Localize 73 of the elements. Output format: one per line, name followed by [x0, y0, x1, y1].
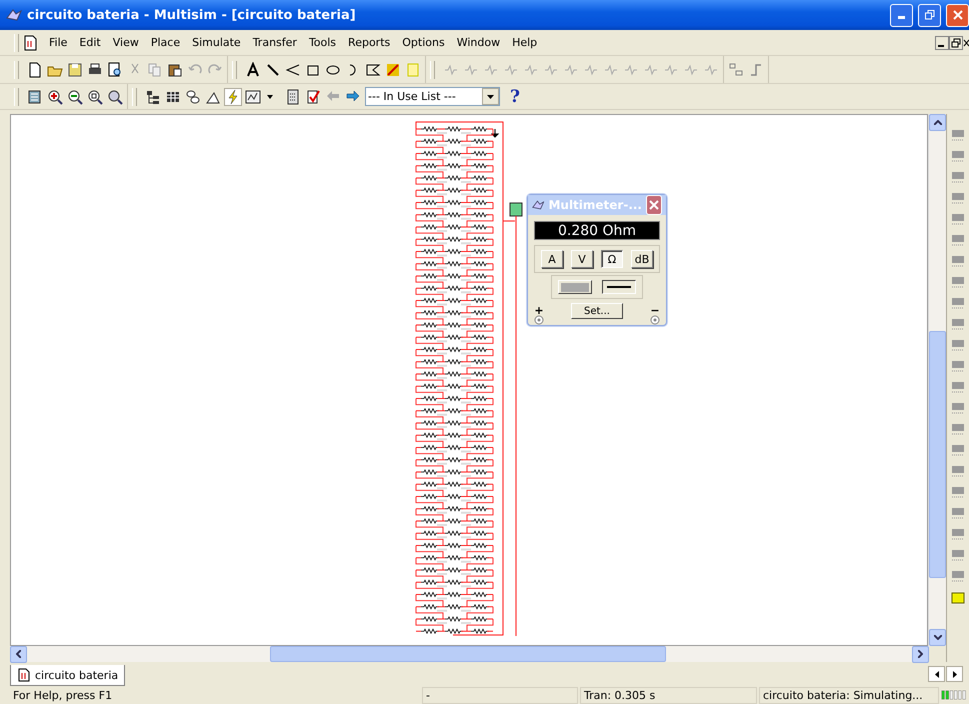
menu-item[interactable]: Transfer — [246, 36, 303, 49]
status-text: For Help, press F1 — [12, 688, 114, 702]
set-button[interactable]: Set... — [571, 303, 623, 319]
polygon-icon[interactable] — [365, 62, 381, 78]
multimeter-title: Multimeter-... — [548, 198, 642, 212]
menu-item[interactable]: Simulate — [186, 36, 247, 49]
close-button[interactable] — [946, 4, 969, 26]
document-icon — [17, 668, 31, 682]
status-text: Tran: 0.305 s — [580, 686, 757, 704]
menu-item[interactable]: Window — [450, 36, 506, 49]
menu-item[interactable]: Tools — [302, 36, 342, 49]
mode-button[interactable]: Ω — [601, 250, 623, 268]
menu-item[interactable]: Help — [506, 36, 544, 49]
menu-item[interactable]: File — [43, 36, 74, 49]
zoom-out-icon[interactable] — [67, 88, 83, 104]
app-logo-icon[interactable] — [532, 198, 544, 212]
menu-item[interactable]: Reports — [342, 36, 396, 49]
line-icon[interactable] — [265, 62, 281, 78]
window-title: circuito bateria - Multisim - [circuito bateria] — [27, 8, 357, 22]
caret-icon — [487, 94, 494, 98]
right-triangle-icon — [952, 670, 956, 678]
document-tab[interactable]: circuito bateria — [10, 665, 126, 686]
status-text: circuito bateria: Simulating... — [759, 686, 939, 704]
new-file-icon[interactable] — [27, 62, 43, 78]
calculator-icon[interactable] — [285, 88, 301, 104]
status-text: - — [422, 686, 578, 704]
plus-label: + — [534, 306, 544, 315]
help-button[interactable]: ? — [510, 86, 520, 106]
menu-item[interactable]: Edit — [73, 36, 107, 49]
left-triangle-icon — [934, 670, 938, 678]
activity-meter-icon[interactable] — [941, 688, 969, 702]
save-icon[interactable] — [67, 62, 83, 78]
restore-button[interactable] — [918, 4, 941, 26]
minimize-button[interactable] — [890, 4, 913, 26]
simulate-icon[interactable] — [225, 88, 241, 104]
schematic-canvas[interactable]: Multimeter-... 0.280 Ohm A V Ω dB + Set... − — [10, 114, 928, 646]
terminal-icon[interactable] — [650, 315, 660, 325]
next-tab-button[interactable] — [946, 666, 963, 682]
multimeter-display: 0.280 Ohm — [534, 221, 660, 240]
minus-label: − — [650, 306, 660, 315]
menu-item[interactable]: Place — [144, 36, 186, 49]
polyline-icon[interactable] — [285, 62, 301, 78]
zoom-in-icon[interactable] — [47, 88, 63, 104]
terminal-icon[interactable] — [534, 315, 544, 325]
paste-icon[interactable] — [167, 62, 183, 78]
menu-item[interactable]: View — [106, 36, 145, 49]
bar-icon — [561, 282, 589, 292]
vertical-scrollbar[interactable] — [928, 114, 946, 646]
document-icon[interactable] — [23, 34, 39, 50]
close-button[interactable] — [646, 195, 662, 216]
mode-button[interactable]: A — [541, 250, 563, 268]
horizontal-scrollbar[interactable] — [10, 646, 929, 662]
mode-button[interactable]: dB — [631, 250, 653, 268]
app-logo-icon[interactable] — [6, 8, 22, 22]
ac-button[interactable] — [558, 280, 592, 294]
check-icon[interactable] — [305, 88, 321, 104]
print-preview-icon[interactable] — [107, 62, 123, 78]
close-icon — [952, 10, 962, 20]
text-tool-icon[interactable] — [245, 62, 261, 78]
grapher-icon[interactable] — [245, 88, 261, 104]
zoom-full-icon[interactable] — [107, 88, 123, 104]
mode-button[interactable]: V — [571, 250, 593, 268]
in-use-list-dropdown[interactable]: --- In Use List --- — [365, 87, 500, 106]
mdi-restore-icon[interactable] — [949, 36, 963, 50]
previous-tab-button[interactable] — [928, 666, 945, 682]
menu-item[interactable]: Options — [396, 36, 451, 49]
close-icon — [649, 200, 659, 210]
dc-button[interactable] — [602, 280, 636, 294]
restore-icon — [924, 10, 934, 20]
line-icon — [607, 285, 631, 289]
hierarchy-icon[interactable] — [145, 88, 161, 104]
mdi-minimize-icon[interactable] — [935, 36, 949, 50]
zoom-fit-icon[interactable] — [87, 88, 103, 104]
